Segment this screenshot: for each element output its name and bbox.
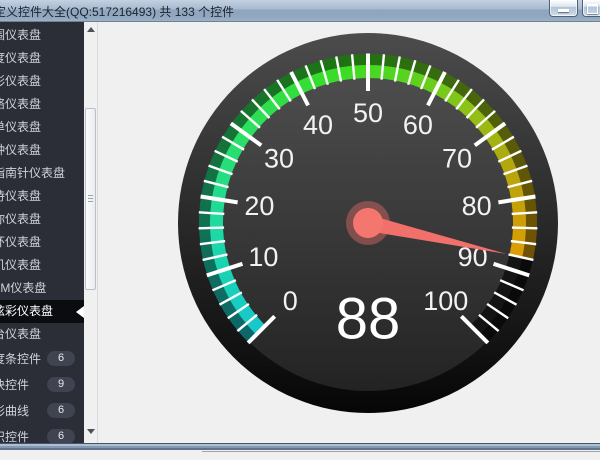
sidebar-item[interactable]: 围仪表盘	[0, 24, 84, 47]
maximize-button[interactable]	[582, 0, 600, 17]
sidebar-item[interactable]: 块控件 9	[0, 372, 84, 398]
gauge-scale-label: 80	[462, 191, 492, 221]
slider-track[interactable]	[202, 451, 600, 452]
sidebar-item-label: 炫彩仪表盘	[0, 300, 53, 323]
gauge-scale-label: 0	[283, 286, 298, 316]
sidebar-item-label: 你仪表盘	[0, 208, 41, 231]
sidebar-item-label: 络仪表盘	[0, 93, 41, 116]
sidebar-item-label: 待仪表盘	[0, 185, 41, 208]
sidebar-item[interactable]: FM仪表盘	[0, 277, 84, 300]
sidebar-item-label: 形仪表盘	[0, 70, 41, 93]
count-badge: 9	[47, 377, 75, 392]
sidebar-item-label: 度条控件	[0, 346, 41, 372]
maximize-icon	[587, 4, 598, 14]
sidebar-item-label: 度仪表盘	[0, 47, 41, 70]
gauge-scale-label: 10	[248, 242, 278, 272]
window-bottom-border	[0, 443, 600, 450]
sidebar-item[interactable]: 度仪表盘	[0, 47, 84, 70]
sidebar-item[interactable]: 形仪表盘	[0, 70, 84, 93]
scrollbar-grip-icon	[88, 195, 93, 204]
main-panel: 010203040506070809010088	[98, 22, 600, 443]
gauge-value-text: 88	[336, 287, 401, 352]
sidebar-item-label: 识控件	[0, 424, 29, 443]
colorful-gauge: 010203040506070809010088	[98, 22, 600, 443]
sidebar-item[interactable]: 环仪表盘	[0, 231, 84, 254]
sidebar-item-label: 钟仪表盘	[0, 139, 41, 162]
sidebar-item[interactable]: 形曲线 6	[0, 398, 84, 424]
count-badge: 6	[47, 429, 75, 443]
scroll-up-arrow-icon[interactable]	[84, 22, 97, 38]
sidebar-item-label: 块控件	[0, 372, 29, 398]
sidebar-item[interactable]: 指南针仪表盘	[0, 162, 84, 185]
count-badge: 6	[47, 403, 75, 418]
sidebar-item[interactable]: 台仪表盘	[0, 323, 84, 346]
sidebar-item-label: 机仪表盘	[0, 254, 41, 277]
sidebar-item-label: 围仪表盘	[0, 24, 41, 47]
count-badge: 6	[47, 351, 75, 366]
sidebar-item[interactable]: 度条控件 6	[0, 346, 84, 372]
sidebar-item[interactable]: 待仪表盘	[0, 185, 84, 208]
scroll-down-arrow-icon[interactable]	[84, 423, 97, 439]
gauge-scale-label: 40	[303, 110, 333, 140]
scrollbar-thumb[interactable]	[85, 108, 96, 290]
sidebar-item[interactable]: 单仪表盘	[0, 116, 84, 139]
titlebar: 定义控件大全(QQ:517216493) 共 133 个控件	[0, 0, 600, 22]
selected-marker-icon	[76, 306, 84, 318]
sidebar-item[interactable]: 钟仪表盘	[0, 139, 84, 162]
sidebar-item[interactable]: 你仪表盘	[0, 208, 84, 231]
gauge-scale-label: 70	[442, 143, 472, 173]
minimize-icon	[558, 9, 569, 12]
sidebar-nav: 围仪表盘度仪表盘形仪表盘络仪表盘单仪表盘钟仪表盘指南针仪表盘待仪表盘你仪表盘环仪…	[0, 22, 84, 443]
gauge-scale-label: 20	[244, 191, 274, 221]
sidebar-item-label: 形曲线	[0, 398, 29, 424]
window-title: 定义控件大全(QQ:517216493) 共 133 个控件	[0, 3, 234, 20]
sidebar-item-label: FM仪表盘	[0, 277, 46, 300]
sidebar-item[interactable]: 络仪表盘	[0, 93, 84, 116]
sidebar-item-label: 环仪表盘	[0, 231, 41, 254]
sidebar-item[interactable]: 炫彩仪表盘	[0, 300, 84, 323]
sidebar-scrollbar[interactable]	[84, 22, 98, 443]
gauge-scale-label: 60	[403, 110, 433, 140]
sidebar-item[interactable]: 机仪表盘	[0, 254, 84, 277]
gauge-scale-label: 30	[264, 143, 294, 173]
gauge-scale-label: 100	[423, 286, 468, 316]
sidebar-item-label: 指南针仪表盘	[0, 162, 65, 185]
gauge-hub	[353, 208, 383, 238]
sidebar-item-label: 单仪表盘	[0, 116, 41, 139]
sidebar-item[interactable]: 识控件 6	[0, 424, 84, 443]
minimize-button[interactable]	[549, 0, 578, 17]
sidebar-item-label: 台仪表盘	[0, 323, 41, 346]
gauge-scale-label: 50	[353, 98, 383, 128]
